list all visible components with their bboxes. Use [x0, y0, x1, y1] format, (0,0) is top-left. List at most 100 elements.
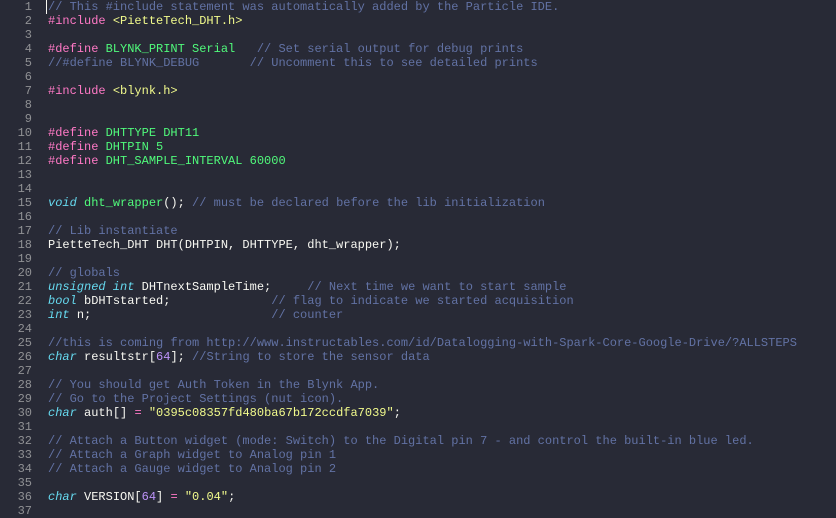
code-line[interactable]	[48, 168, 836, 182]
token-ty: unsigned int	[48, 280, 142, 294]
line-number: 27	[0, 364, 32, 378]
line-number: 9	[0, 112, 32, 126]
token-id: auth[]	[84, 406, 134, 420]
line-number: 18	[0, 238, 32, 252]
code-line[interactable]	[48, 210, 836, 224]
code-line[interactable]: #include <PietteTech_DHT.h>	[48, 14, 836, 28]
code-area[interactable]: // This #include statement was automatic…	[38, 0, 836, 518]
token-cm: //this is coming from http://www.instruc…	[48, 336, 797, 350]
token-cm: // Lib instantiate	[48, 224, 178, 238]
token-ty: char	[48, 406, 84, 420]
token-id: ];	[170, 350, 192, 364]
line-number: 6	[0, 70, 32, 84]
token-pp: #include	[48, 14, 113, 28]
line-number: 26	[0, 350, 32, 364]
token-cm: // Set serial output for debug prints	[257, 42, 523, 56]
line-number: 29	[0, 392, 32, 406]
line-number: 10	[0, 126, 32, 140]
line-number: 4	[0, 42, 32, 56]
line-number: 19	[0, 252, 32, 266]
code-line[interactable]: char resultstr[64]; //String to store th…	[48, 350, 836, 364]
token-id	[235, 42, 257, 56]
token-cm: // counter	[271, 308, 343, 322]
code-line[interactable]: // globals	[48, 266, 836, 280]
token-pp: #include	[48, 84, 113, 98]
code-line[interactable]	[48, 476, 836, 490]
token-fn: DHTTYPE DHT11	[106, 126, 200, 140]
code-line[interactable]: bool bDHTstarted; // flag to indicate we…	[48, 294, 836, 308]
code-line[interactable]: unsigned int DHTnextSampleTime; // Next …	[48, 280, 836, 294]
code-line[interactable]: #include <blynk.h>	[48, 84, 836, 98]
code-line[interactable]	[48, 28, 836, 42]
code-line[interactable]: #define DHTPIN 5	[48, 140, 836, 154]
code-line[interactable]: char VERSION[64] = "0.04";	[48, 490, 836, 504]
token-str: "0395c08357fd480ba67b172ccdfa7039"	[149, 406, 394, 420]
code-editor[interactable]: 1234567891011121314151617181920212223242…	[0, 0, 836, 518]
token-id: ();	[163, 196, 192, 210]
code-line[interactable]: int n; // counter	[48, 308, 836, 322]
text-cursor	[46, 0, 47, 14]
code-line[interactable]	[48, 252, 836, 266]
token-pp: #define	[48, 126, 106, 140]
code-line[interactable]: // Lib instantiate	[48, 224, 836, 238]
code-line[interactable]: //this is coming from http://www.instruc…	[48, 336, 836, 350]
token-ty: bool	[48, 294, 84, 308]
token-cm: // must be declared before the lib initi…	[192, 196, 545, 210]
line-number: 33	[0, 448, 32, 462]
code-line[interactable]: // Attach a Graph widget to Analog pin 1	[48, 448, 836, 462]
token-str: "0.04"	[185, 490, 228, 504]
code-line[interactable]	[48, 98, 836, 112]
code-line[interactable]	[48, 70, 836, 84]
code-line[interactable]: // This #include statement was automatic…	[48, 0, 836, 14]
token-id: PietteTech_DHT DHT(DHTPIN, DHTTYPE, dht_…	[48, 238, 401, 252]
code-line[interactable]: // Attach a Gauge widget to Analog pin 2	[48, 462, 836, 476]
code-line[interactable]	[48, 364, 836, 378]
line-number: 3	[0, 28, 32, 42]
line-number: 14	[0, 182, 32, 196]
code-line[interactable]: #define DHTTYPE DHT11	[48, 126, 836, 140]
token-cm: //#define BLYNK_DEBUG // Uncomment this …	[48, 56, 538, 70]
code-line[interactable]	[48, 322, 836, 336]
token-id: bDHTstarted;	[84, 294, 271, 308]
code-line[interactable]: // You should get Auth Token in the Blyn…	[48, 378, 836, 392]
code-line[interactable]: #define DHT_SAMPLE_INTERVAL 60000	[48, 154, 836, 168]
code-line[interactable]	[48, 182, 836, 196]
code-line[interactable]: // Go to the Project Settings (nut icon)…	[48, 392, 836, 406]
token-cm: //String to store the sensor data	[192, 350, 430, 364]
token-cm: // Attach a Graph widget to Analog pin 1	[48, 448, 336, 462]
token-cm: // You should get Auth Token in the Blyn…	[48, 378, 379, 392]
line-number: 21	[0, 280, 32, 294]
code-line[interactable]	[48, 420, 836, 434]
code-line[interactable]: //#define BLYNK_DEBUG // Uncomment this …	[48, 56, 836, 70]
token-pp: #define	[48, 154, 106, 168]
line-number: 1	[0, 0, 32, 14]
token-pp: #define	[48, 140, 106, 154]
line-number: 24	[0, 322, 32, 336]
code-line[interactable]	[48, 112, 836, 126]
line-number: 25	[0, 336, 32, 350]
token-id: ;	[394, 406, 401, 420]
code-line[interactable]: void dht_wrapper(); // must be declared …	[48, 196, 836, 210]
line-number-gutter: 1234567891011121314151617181920212223242…	[0, 0, 38, 518]
line-number: 31	[0, 420, 32, 434]
line-number: 32	[0, 434, 32, 448]
code-line[interactable]: char auth[] = "0395c08357fd480ba67b172cc…	[48, 406, 836, 420]
code-line[interactable]: // Attach a Button widget (mode: Switch)…	[48, 434, 836, 448]
token-str: <PietteTech_DHT.h>	[113, 14, 243, 28]
token-id: ;	[228, 490, 235, 504]
token-pp: #define	[48, 42, 106, 56]
line-number: 16	[0, 210, 32, 224]
token-id: VERSION[	[84, 490, 142, 504]
token-id: DHTnextSampleTime;	[142, 280, 308, 294]
line-number: 2	[0, 14, 32, 28]
token-str: <blynk.h>	[113, 84, 178, 98]
token-cm: // Attach a Gauge widget to Analog pin 2	[48, 462, 336, 476]
token-cm: // flag to indicate we started acquisiti…	[271, 294, 573, 308]
token-id: n;	[77, 308, 271, 322]
line-number: 23	[0, 308, 32, 322]
code-line[interactable]: PietteTech_DHT DHT(DHTPIN, DHTTYPE, dht_…	[48, 238, 836, 252]
line-number: 7	[0, 84, 32, 98]
line-number: 13	[0, 168, 32, 182]
line-number: 20	[0, 266, 32, 280]
code-line[interactable]: #define BLYNK_PRINT Serial // Set serial…	[48, 42, 836, 56]
